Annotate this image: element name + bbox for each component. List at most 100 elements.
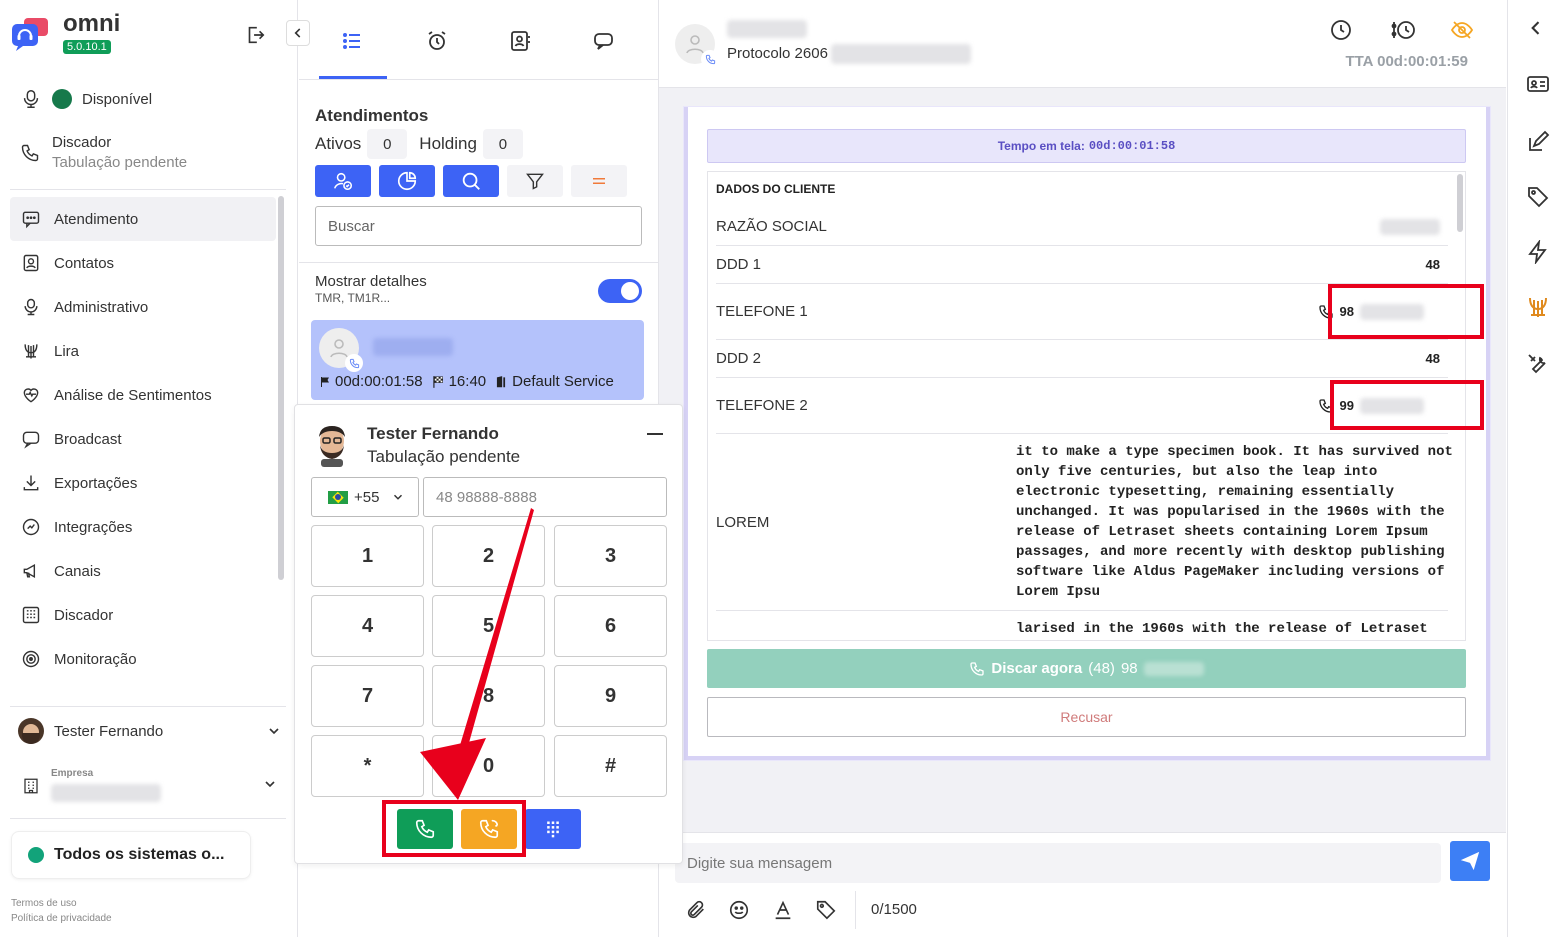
reject-button[interactable]: Recusar <box>707 697 1466 737</box>
table-scrollbar[interactable] <box>1457 174 1463 232</box>
dialer-icon <box>20 605 42 625</box>
details-toggle[interactable] <box>598 279 642 303</box>
contact-card-button[interactable] <box>1526 72 1550 96</box>
assign-user-button[interactable] <box>315 165 371 197</box>
tab-list[interactable] <box>337 26 367 56</box>
tab-alarm[interactable] <box>422 26 452 56</box>
headset-icon <box>20 88 42 110</box>
version-badge: 5.0.10.1 <box>63 40 111 54</box>
lira-icon <box>20 341 42 361</box>
card-clock: 16:40 <box>448 373 487 390</box>
right-toolbar <box>1507 0 1566 937</box>
nav-item-exportacoes[interactable]: Exportações <box>10 461 276 505</box>
emoji-icon <box>728 899 750 921</box>
history-button[interactable] <box>1329 18 1353 42</box>
key-3[interactable]: 3 <box>554 525 667 587</box>
panel-tabs <box>299 0 659 80</box>
toolbar <box>315 165 627 197</box>
presence-status[interactable]: Disponível <box>20 88 152 110</box>
nav-label: Exportações <box>54 474 138 492</box>
nav-label: Integrações <box>54 518 133 536</box>
screen-time-label: Tempo em tela: <box>997 139 1085 153</box>
privacy-link[interactable]: Política de privacidade <box>11 911 112 926</box>
collapse-sidebar-button[interactable] <box>286 20 310 46</box>
dial-now-number: 98 <box>1120 660 1138 677</box>
chat-bubbles-icon <box>592 29 616 53</box>
sort-button[interactable] <box>571 165 627 197</box>
send-icon <box>1459 850 1481 872</box>
holding-count: 0 <box>482 129 523 159</box>
nav-item-atendimento[interactable]: Atendimento <box>10 197 276 241</box>
field-razao-social: RAZÃO SOCIAL <box>716 208 1448 246</box>
nav-item-sentimentos[interactable]: Análise de Sentimentos <box>10 373 276 417</box>
logout-icon[interactable] <box>244 24 266 46</box>
tag-button[interactable] <box>815 899 837 921</box>
nav-item-integracoes[interactable]: Integrações <box>10 505 276 549</box>
search-icon <box>460 170 482 192</box>
brazil-flag-icon <box>328 490 348 504</box>
filter-button[interactable] <box>507 165 563 197</box>
systems-status[interactable]: Todos os sistemas o... <box>11 831 251 879</box>
message-input[interactable]: Digite sua mensagem <box>675 843 1441 883</box>
minimize-icon[interactable] <box>647 433 663 435</box>
sidebar-scrollbar[interactable] <box>278 196 284 580</box>
equals-icon <box>590 172 608 190</box>
tab-chats[interactable] <box>589 26 619 56</box>
nav-item-broadcast[interactable]: Broadcast <box>10 417 276 461</box>
search-input[interactable]: Buscar <box>315 206 642 246</box>
protocol-redacted <box>831 44 971 64</box>
nav-item-contatos[interactable]: Contatos <box>10 241 276 285</box>
char-count: 0/1500 <box>871 901 917 918</box>
user-check-icon <box>332 170 354 192</box>
tab-contacts[interactable] <box>505 26 535 56</box>
search-button[interactable] <box>443 165 499 197</box>
hide-button[interactable] <box>1450 18 1474 42</box>
emoji-button[interactable] <box>728 899 750 921</box>
field-value: 48 <box>1425 257 1440 272</box>
tools-icon <box>1526 352 1550 376</box>
monitor-icon <box>20 649 42 669</box>
quick-actions-button[interactable] <box>1526 240 1550 264</box>
nav-label: Lira <box>54 342 80 360</box>
nav-item-discador[interactable]: Discador <box>10 593 276 637</box>
collapse-right-button[interactable] <box>1526 18 1546 38</box>
dialer-status[interactable]: Discador Tabulação pendente <box>20 134 187 171</box>
legal-links: Termos de uso Política de privacidade <box>11 896 112 926</box>
value-redacted <box>1380 218 1440 235</box>
dial-now-button[interactable]: Discar agora (48) 98 <box>707 649 1466 688</box>
user-menu[interactable]: Tester Fernando <box>18 718 282 744</box>
field-label: DDD 2 <box>716 350 762 367</box>
key-9[interactable]: 9 <box>554 665 667 727</box>
terms-link[interactable]: Termos de uso <box>11 896 112 911</box>
stats-button[interactable] <box>379 165 435 197</box>
conversation-card[interactable]: 00d:00:01:58 16:40 Default Service <box>311 320 644 400</box>
field-value: it to make a type specimen book. It has … <box>1016 444 1453 600</box>
edit-notes-button[interactable] <box>1526 130 1550 154</box>
keypad-button[interactable] <box>525 809 581 849</box>
tools-button[interactable] <box>1526 352 1550 376</box>
caller-name: Tester Fernando <box>367 424 499 443</box>
attach-button[interactable] <box>685 899 707 921</box>
nav-label: Discador <box>54 606 114 624</box>
phone-icon <box>20 143 40 163</box>
nav-item-canais[interactable]: Canais <box>10 549 276 593</box>
nav-item-lira[interactable]: Lira <box>10 329 276 373</box>
lira-button[interactable] <box>1526 295 1550 319</box>
nav-label: Canais <box>54 562 101 580</box>
contact-name-redacted <box>373 338 453 356</box>
chat-icon <box>20 209 42 229</box>
card-info: 00d:00:01:58 16:40 Default Service <box>319 373 614 390</box>
field-value: 48 <box>1425 351 1440 366</box>
send-button[interactable] <box>1450 841 1490 881</box>
schedule-button[interactable] <box>1391 18 1417 42</box>
key-hash[interactable]: # <box>554 735 667 797</box>
chevron-down-icon <box>262 776 278 792</box>
nav-item-administrativo[interactable]: Administrativo <box>10 285 276 329</box>
text-format-button[interactable] <box>772 899 794 921</box>
divider <box>299 262 659 263</box>
nav-item-monitoracao[interactable]: Monitoração <box>10 637 276 681</box>
key-6[interactable]: 6 <box>554 595 667 657</box>
field-label: DDD 1 <box>716 256 762 273</box>
brand-name: omni <box>63 10 121 37</box>
tags-button[interactable] <box>1526 185 1550 209</box>
